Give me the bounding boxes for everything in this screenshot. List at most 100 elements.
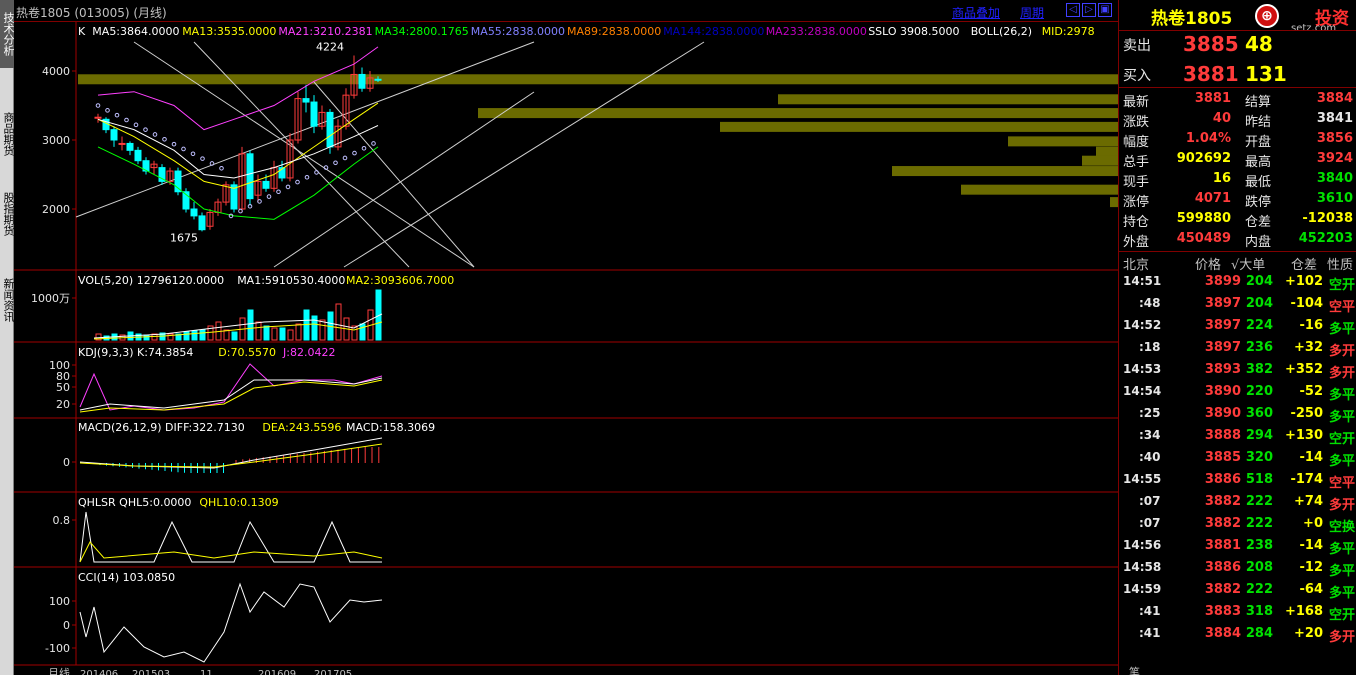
- footer-label: 笔: [1129, 666, 1140, 675]
- stat-label: 最高: [1245, 155, 1272, 170]
- stat-label: 最低: [1245, 175, 1272, 190]
- stat-value: 16: [1212, 171, 1231, 186]
- candle-body: [134, 149, 142, 162]
- side-tab-1[interactable]: 商品期货: [0, 96, 15, 172]
- tick-oi-change: -104: [1290, 296, 1323, 311]
- volume-bar: [231, 331, 238, 341]
- volume-bar: [279, 327, 286, 341]
- stat-label: 幅度: [1123, 135, 1150, 150]
- sar-dot: [304, 174, 310, 180]
- stat-value: 902692: [1176, 151, 1231, 166]
- legend-text: MA5:3864.0000: [92, 25, 179, 38]
- tick-time: 14:56: [1123, 538, 1162, 552]
- tick-volume: 222: [1245, 494, 1273, 509]
- legend-text: MA233:2838.0000: [766, 25, 867, 38]
- tick-price: 3897: [1204, 340, 1241, 355]
- volume-at-price-bar: [778, 94, 1118, 105]
- tick-time: 14:51: [1123, 274, 1162, 288]
- tick-oi-change: +352: [1284, 362, 1323, 377]
- tick-price: 3886: [1204, 560, 1241, 575]
- tick-nature: 多平: [1328, 454, 1355, 469]
- chart-area[interactable]: K MA5:3864.0000 MA13:3535.0000 MA21:3210.23…: [14, 22, 1118, 675]
- legend-text: DEA:243.5596: [262, 421, 341, 434]
- legend-text: D:70.5570: [218, 346, 276, 359]
- brand-logo-icon: ⊕: [1255, 4, 1279, 28]
- tick-price: 3886: [1204, 472, 1241, 487]
- x-tick-label: 201503: [132, 669, 170, 675]
- sar-dot: [352, 150, 357, 156]
- legend-text: MACD(26,12,9) DIFF:322.7130: [78, 421, 245, 434]
- stat-value: 3840: [1316, 171, 1353, 186]
- tick-oi-change: +74: [1294, 494, 1323, 509]
- stat-label: 结算: [1245, 95, 1272, 110]
- side-tab-3[interactable]: 新闻资讯: [0, 260, 15, 340]
- overlay-link[interactable]: 商品叠加: [952, 4, 1000, 21]
- tick-nature: 多平: [1328, 388, 1355, 403]
- sar-dot: [133, 122, 139, 128]
- chart-title-bar: 热卷1805 (013005) (月线) 商品叠加 周期 ◁ ▷ ▣: [14, 0, 1118, 22]
- ma5-line: [97, 118, 379, 179]
- side-tab-2[interactable]: 股指期货: [0, 176, 15, 252]
- sar-dot: [162, 137, 167, 142]
- tick-time: 14:55: [1123, 472, 1162, 486]
- tick-volume: 224: [1245, 318, 1273, 333]
- stat-value: -12038: [1302, 211, 1353, 226]
- volume-at-price-bar: [78, 74, 1118, 85]
- sar-dot: [152, 132, 158, 137]
- legend-text: VOL(5,20) 12796120.0000: [78, 274, 224, 287]
- volume-at-price-bar: [1008, 136, 1118, 147]
- chart-canvas[interactable]: K MA5:3864.0000 MA13:3535.0000 MA21:3210.23…: [14, 22, 1118, 675]
- tick-oi-change: -250: [1290, 406, 1323, 421]
- stat-value: 3610: [1316, 191, 1353, 206]
- tick-nature: 多开: [1328, 344, 1355, 359]
- period-label: 月线: [48, 666, 70, 675]
- maximize-button[interactable]: ▣: [1098, 3, 1112, 17]
- high-price-label: 4224: [316, 40, 344, 53]
- volume-at-price-bar: [1082, 155, 1118, 166]
- volume-at-price-bar: [478, 108, 1118, 119]
- candle-body: [374, 78, 382, 81]
- legend-text: K: [78, 25, 86, 38]
- legend-text: J:82.0422: [282, 346, 335, 359]
- kdj-j-line: [79, 363, 383, 411]
- tick-nature: 多开: [1328, 630, 1355, 645]
- volume-bar: [143, 334, 150, 341]
- y-tick-label: 2000: [42, 203, 70, 216]
- prev-button[interactable]: ◁: [1066, 3, 1080, 17]
- sar-dot: [314, 170, 319, 175]
- sar-dot: [95, 103, 101, 108]
- tick-oi-change: -16: [1299, 318, 1324, 333]
- tick-header: 性质: [1327, 258, 1354, 273]
- legend-text: MA21:3210.2381: [278, 25, 372, 38]
- legend-text: CCI(14) 103.0850: [78, 571, 175, 584]
- tick-price: 3888: [1204, 428, 1241, 443]
- x-tick-label: 201705: [314, 669, 352, 675]
- quote-header: 热卷1805 ⊕ 投资 setz.com: [1119, 0, 1356, 34]
- stat-label: 现手: [1123, 175, 1150, 190]
- ask-label: 卖出: [1123, 38, 1151, 54]
- tick-price: 3897: [1204, 318, 1241, 333]
- macd-dea-line: [79, 443, 383, 468]
- tick-time: :18: [1139, 340, 1161, 354]
- tick-volume: 236: [1245, 340, 1273, 355]
- tick-price: 3885: [1204, 450, 1241, 465]
- bid-label: 买入: [1123, 68, 1151, 84]
- tick-volume: 204: [1245, 296, 1273, 311]
- y-tick-label: 0.8: [53, 514, 71, 527]
- y-tick-label: 20: [56, 398, 70, 411]
- tick-price: 3897: [1204, 296, 1241, 311]
- next-button[interactable]: ▷: [1082, 3, 1096, 17]
- tick-list[interactable]: 北京 价格 √大单 仓差 性质 14:51 3899 204 +102 空开:48 3897 204 -…: [1119, 252, 1356, 662]
- contract-name: 热卷1805: [1151, 9, 1233, 29]
- sar-dot: [124, 117, 129, 123]
- tick-time: 14:53: [1123, 362, 1162, 376]
- sar-dot: [181, 146, 186, 152]
- tick-oi-change: -64: [1299, 582, 1324, 597]
- tick-price: 3890: [1204, 384, 1241, 399]
- tick-oi-change: +0: [1303, 516, 1323, 531]
- tick-nature: 多平: [1328, 586, 1355, 601]
- quote-stats: 最新 3881 结算 3884 涨跌 40 昨结 3841 幅度 1.04% 开盘 3856 总手 902…: [1119, 90, 1356, 252]
- period-link[interactable]: 周期: [1020, 4, 1044, 21]
- side-tab-0[interactable]: 技术分析: [0, 0, 15, 68]
- tick-nature: 多平: [1328, 542, 1355, 557]
